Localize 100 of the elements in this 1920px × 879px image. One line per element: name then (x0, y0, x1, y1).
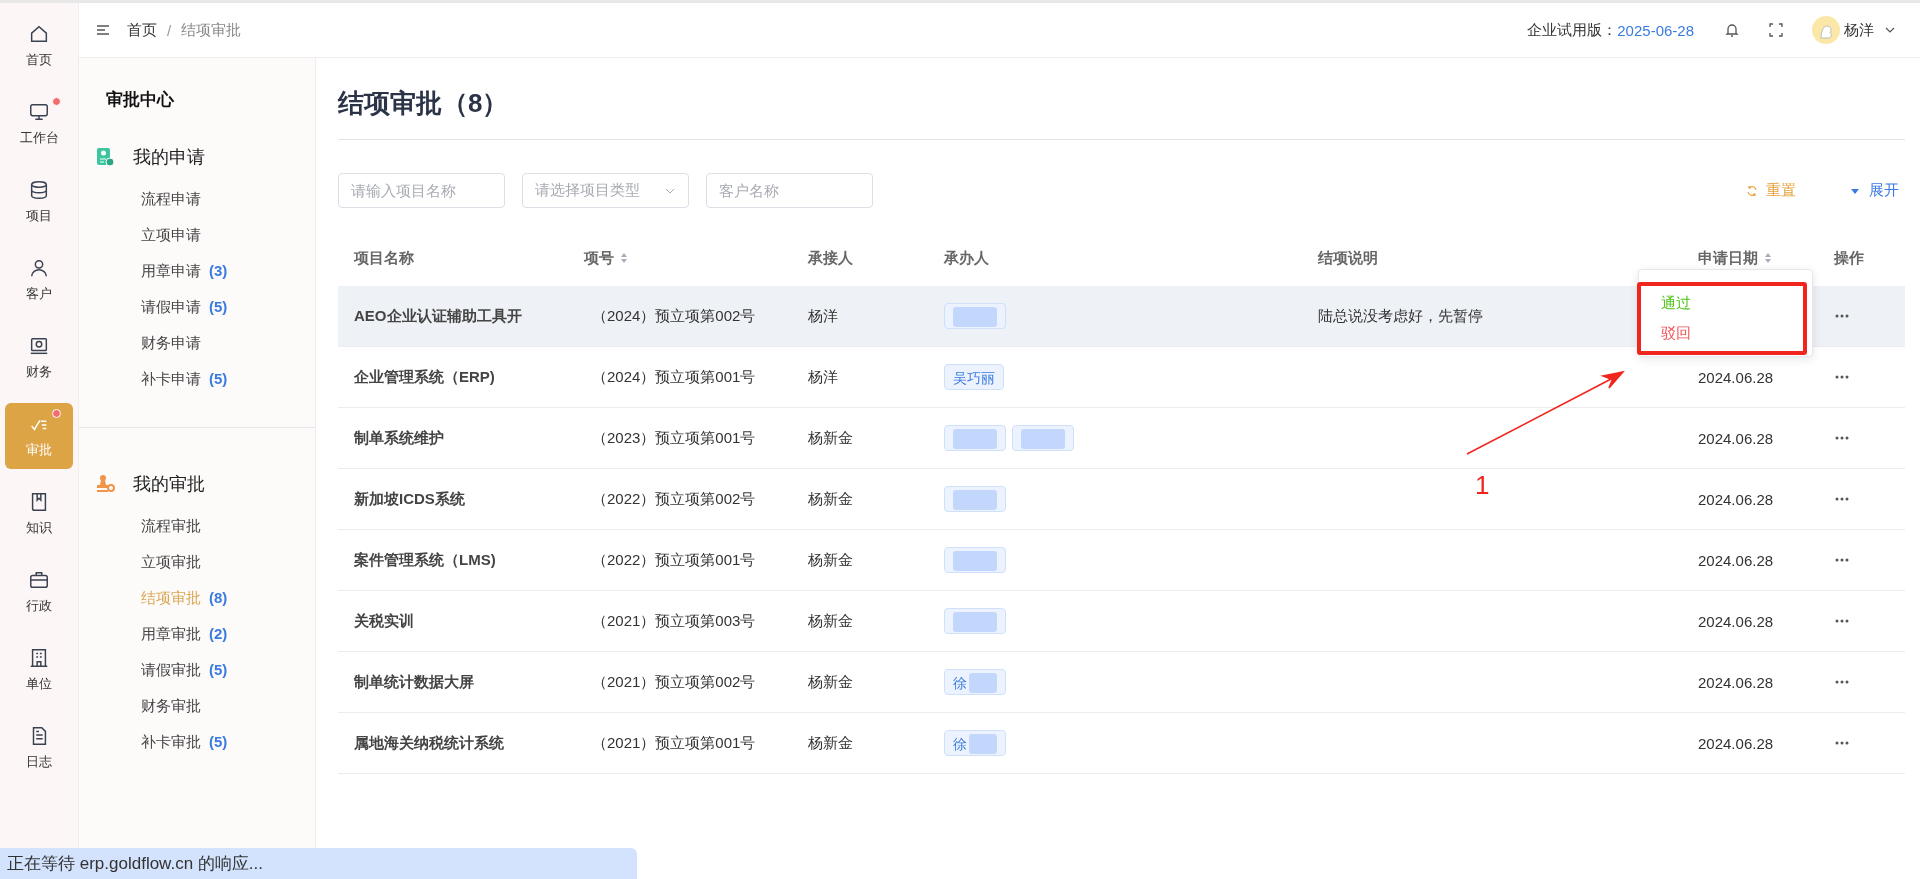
table-cell: （2023）预立项第001号 (592, 428, 756, 448)
sidebar-title: 审批中心 (105, 89, 175, 111)
table-cell: 2024.06.28 (1698, 490, 1774, 508)
table-cell: 杨洋 (808, 306, 838, 326)
table-cell: 关税实训 (354, 611, 414, 631)
trial-date: 2025-06-28 (1617, 21, 1694, 39)
column-header: 操作 (1834, 248, 1864, 268)
person-tag: 吴巧丽 (944, 364, 1004, 390)
sidebar-item[interactable]: 财务申请 (79, 325, 315, 361)
fullscreen-icon[interactable] (1768, 22, 1784, 38)
rail-nav-item[interactable]: 项目 (5, 169, 73, 235)
column-header: 项目名称 (354, 248, 414, 268)
table-cell: （2021）预立项第001号 (592, 733, 756, 753)
section-title: 我的申请 (133, 146, 205, 169)
building-icon (28, 647, 50, 669)
sidebar-item[interactable]: 立项审批 (79, 544, 315, 580)
database-icon (28, 179, 50, 201)
rail-nav-item[interactable]: 首页 (5, 13, 73, 79)
table-cell: 杨新金 (808, 733, 853, 753)
table-cell: 企业管理系统（ERP) (354, 367, 495, 387)
table-cell: 陆总说没考虑好，先暂停 (1318, 306, 1483, 326)
section-title: 我的审批 (133, 473, 205, 496)
table-cell: 杨新金 (808, 611, 853, 631)
table-cell: 2024.06.28 (1698, 368, 1774, 386)
table-cell: 2024.06.28 (1698, 734, 1774, 752)
table-cell: 案件管理系统（LMS) (354, 550, 496, 570)
rail-nav-item[interactable]: 行政 (5, 559, 73, 625)
table-cell: （2024）预立项第001号 (592, 367, 756, 387)
table-cell: 杨新金 (808, 672, 853, 692)
person-tag: 徐 (944, 730, 1006, 756)
sidebar-item[interactable]: 请假审批 (5) (79, 652, 315, 688)
more-icon[interactable] (1834, 680, 1850, 684)
table-cell: （2022）预立项第001号 (592, 550, 756, 570)
page-title: 结项审批（8） (338, 58, 1905, 140)
blurred-tag (944, 303, 1006, 329)
table-cell: 杨新金 (808, 428, 853, 448)
column-header: 申请日期 (1698, 248, 1758, 268)
person-tag: 徐 (944, 669, 1006, 695)
sidebar-item[interactable]: 用章审批 (2) (79, 616, 315, 652)
sidebar-item[interactable]: 结项审批 (8) (79, 580, 315, 616)
column-header: 承办人 (944, 248, 989, 268)
rail-nav-item[interactable]: 知识 (5, 481, 73, 547)
rail-nav-item[interactable]: 财务 (5, 325, 73, 391)
table-cell: 杨新金 (808, 550, 853, 570)
table-cell: 杨新金 (808, 489, 853, 509)
trial-label: 企业试用版： (1527, 20, 1618, 40)
sidebar-item[interactable]: 流程审批 (79, 508, 315, 544)
breadcrumb-separator: / (167, 21, 172, 39)
table-cell: 2024.06.28 (1698, 673, 1774, 691)
more-icon[interactable] (1834, 619, 1850, 623)
menu-icon[interactable] (95, 22, 111, 38)
search-field[interactable]: 请输入项目名称 (338, 173, 505, 208)
table-cell: （2024）预立项第002号 (592, 306, 756, 326)
sidebar-item[interactable]: 请假申请 (5) (79, 289, 315, 325)
sidebar-item[interactable]: 补卡申请 (5) (79, 361, 315, 397)
more-icon[interactable] (1834, 558, 1850, 562)
monitor-icon (28, 101, 50, 123)
table-cell: （2021）预立项第003号 (592, 611, 756, 631)
more-icon[interactable] (1834, 741, 1850, 745)
sidebar-item[interactable]: 财务审批 (79, 688, 315, 724)
search-field[interactable]: 客户名称 (706, 173, 873, 208)
more-icon[interactable] (1834, 497, 1850, 501)
table-cell: AEO企业认证辅助工具开 (354, 306, 522, 326)
table-cell: 制单统计数据大屏 (354, 672, 474, 692)
annotation-label: 1 (1475, 470, 1490, 501)
home-icon (28, 23, 50, 45)
column-header: 承接人 (808, 248, 853, 268)
table-cell: 2024.06.28 (1698, 429, 1774, 447)
briefcase-icon (28, 569, 50, 591)
blurred-tag (944, 608, 1006, 634)
rail-nav-item[interactable]: 单位 (5, 637, 73, 703)
sidebar-item[interactable]: 补卡审批 (5) (79, 724, 315, 760)
user-badge-icon (95, 147, 115, 167)
breadcrumb-link[interactable]: 首页 (127, 20, 157, 40)
expand-button[interactable]: 展开 (1843, 177, 1905, 204)
column-header: 项号 (584, 248, 614, 268)
wallet-icon (28, 335, 50, 357)
sidebar-item[interactable]: 流程申请 (79, 181, 315, 217)
more-icon[interactable] (1834, 375, 1850, 379)
rail-nav-item[interactable]: 工作台 (5, 91, 73, 157)
blurred-tag (944, 486, 1006, 512)
bell-icon[interactable] (1724, 22, 1740, 38)
table-cell: 杨洋 (808, 367, 838, 387)
table-cell: 2024.06.28 (1698, 612, 1774, 630)
rail-nav-item[interactable]: 日志 (5, 715, 73, 781)
stamp-gear-icon (95, 474, 115, 494)
user-name[interactable]: 杨洋 (1844, 20, 1874, 40)
more-icon[interactable] (1834, 314, 1850, 318)
column-header: 结项说明 (1318, 248, 1378, 268)
more-icon[interactable] (1834, 436, 1850, 440)
table-cell: （2021）预立项第002号 (592, 672, 756, 692)
refresh-icon (1746, 184, 1758, 197)
sidebar-item[interactable]: 立项申请 (79, 217, 315, 253)
sidebar-item[interactable]: 用章申请 (3) (79, 253, 315, 289)
notification-dot (52, 97, 61, 106)
rail-nav-item[interactable]: 客户 (5, 247, 73, 313)
table-cell: （2022）预立项第002号 (592, 489, 756, 509)
notification-dot (52, 409, 61, 418)
blurred-tag (944, 547, 1006, 573)
blurred-tag (1012, 425, 1074, 451)
